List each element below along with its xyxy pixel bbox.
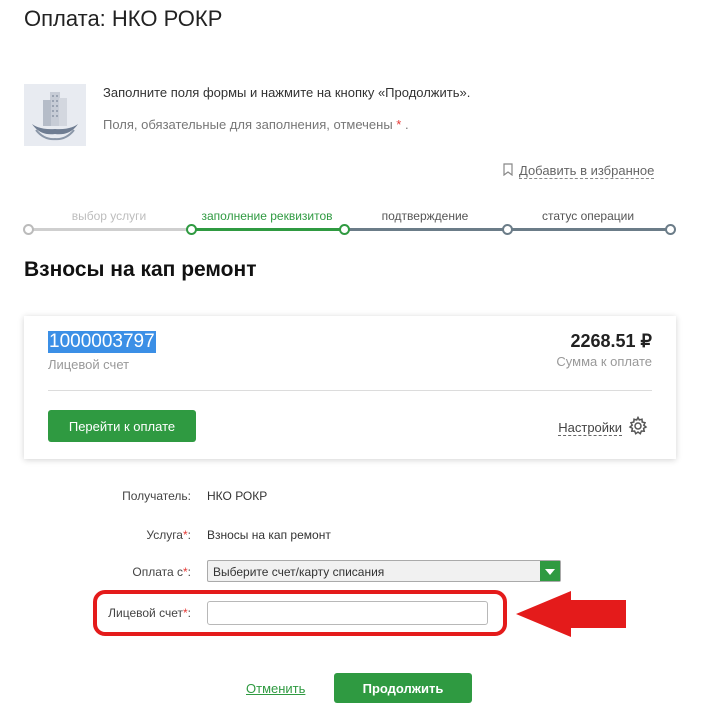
settings-control[interactable]: Настройки	[558, 415, 648, 439]
service-title: Взносы на кап ремонт	[24, 258, 257, 281]
continue-button[interactable]: Продолжить	[334, 673, 472, 703]
card-divider	[48, 390, 652, 391]
recipient-value: НКО РОКР	[207, 489, 268, 503]
label-colon: :	[187, 528, 191, 542]
label-colon: :	[187, 565, 191, 579]
service-label-text: Услуга	[146, 528, 183, 542]
service-value: Взносы на кап ремонт	[207, 528, 331, 542]
add-to-favorites-link[interactable]: Добавить в избранное	[519, 163, 655, 179]
payment-sum: 2268.51 ₽	[570, 331, 652, 351]
account-label-text: Лицевой счет	[108, 606, 183, 620]
payment-label-text: Оплата с	[132, 565, 183, 579]
sum-caption: Сумма к оплате	[556, 354, 652, 369]
payment-source-selected: Выберите счет/карту списания	[213, 565, 385, 579]
step-label-operation-status: статус операции	[541, 209, 635, 223]
account-number-input[interactable]	[207, 601, 488, 625]
bookmark-icon	[503, 163, 513, 179]
step-label-fill-details: заполнение реквизитов	[201, 209, 333, 223]
annotation-arrow-icon	[516, 591, 628, 642]
step-dot-1	[23, 224, 34, 235]
step-dot-3	[339, 224, 350, 235]
required-fields-note: Поля, обязательные для заполнения, отмеч…	[103, 117, 409, 132]
step-label-confirmation: подтверждение	[381, 209, 469, 223]
service-label: Услуга*:	[21, 528, 191, 542]
cancel-link[interactable]: Отменить	[246, 681, 305, 696]
add-to-favorites[interactable]: Добавить в избранное	[503, 163, 655, 179]
recipient-label: Получатель:	[122, 489, 191, 503]
dropdown-button[interactable]	[540, 561, 560, 581]
step-line-2	[191, 228, 344, 231]
step-label-select-service: выбор услуги	[71, 209, 147, 223]
payment-summary-card: 1000003797 Лицевой счет 2268.51 ₽ Сумма …	[24, 316, 676, 459]
required-note-text: Поля, обязательные для заполнения, отмеч…	[103, 117, 393, 132]
settings-link[interactable]: Настройки	[558, 420, 622, 436]
step-dot-4	[502, 224, 513, 235]
go-to-payment-button[interactable]: Перейти к оплате	[48, 410, 196, 442]
step-dot-2	[186, 224, 197, 235]
chevron-down-icon	[545, 569, 555, 575]
organization-logo	[24, 84, 86, 146]
step-dot-5	[665, 224, 676, 235]
payment-source-select[interactable]: Выберите счет/карту списания	[207, 560, 561, 582]
payment-source-label: Оплата с*:	[21, 565, 191, 579]
page-title: Оплата: НКО РОКР	[24, 6, 223, 31]
account-number-label: Лицевой счет*:	[21, 606, 191, 620]
label-colon: :	[187, 606, 191, 620]
gear-icon[interactable]	[628, 415, 648, 439]
step-line-1	[28, 228, 191, 231]
form-instruction: Заполните поля формы и нажмите на кнопку…	[103, 85, 471, 100]
required-note-end: .	[401, 117, 409, 132]
account-caption: Лицевой счет	[48, 357, 130, 372]
account-number: 1000003797	[48, 331, 156, 353]
progress-steps: выбор услуги заполнение реквизитов подтв…	[23, 205, 676, 235]
